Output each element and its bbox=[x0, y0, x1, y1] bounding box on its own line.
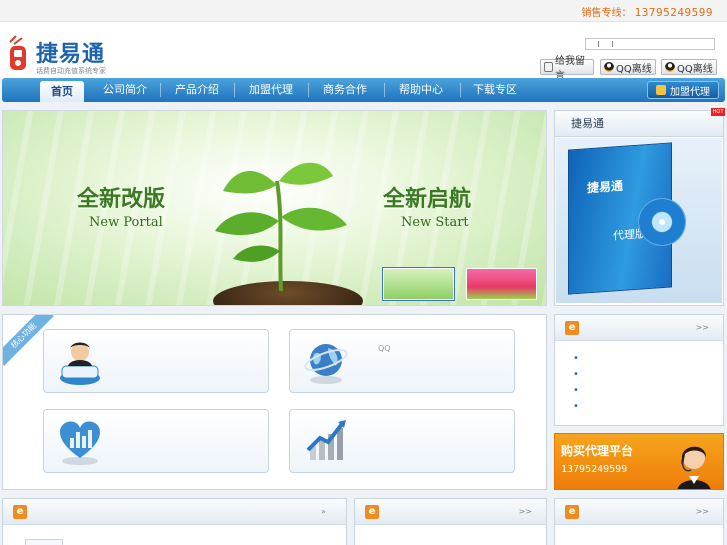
hotline-label: 销售专线： bbox=[581, 8, 632, 19]
news-list: • • • • bbox=[555, 341, 723, 415]
phone-logo-icon bbox=[9, 35, 26, 70]
buy-agent-banner[interactable]: 购买代理平台 13795249599 bbox=[554, 433, 724, 490]
nav-item-join-agent[interactable]: 加盟代理 bbox=[240, 78, 302, 102]
e-logo-icon: e bbox=[13, 505, 27, 519]
support-agent-image bbox=[677, 446, 711, 489]
join-agent-label: 加盟代理 bbox=[670, 86, 710, 98]
buy-agent-phone: 13795249599 bbox=[561, 464, 628, 475]
banner-right-title: 全新启航 bbox=[383, 186, 472, 212]
buy-agent-title: 购买代理平台 bbox=[561, 444, 634, 458]
nav-item-help[interactable]: 帮助中心 bbox=[390, 78, 452, 102]
customer-service-icon bbox=[60, 342, 100, 385]
nav-item-products[interactable]: 产品介绍 bbox=[166, 78, 228, 102]
hero-banner[interactable]: 全新改版 New Portal 全新启航 New Start bbox=[2, 110, 547, 306]
nav-item-home[interactable]: 首页 bbox=[40, 81, 84, 102]
nav-separator bbox=[234, 83, 235, 97]
banner-thumbnail-2[interactable] bbox=[466, 268, 537, 300]
product-panel: 捷易通 HOT 捷易通 代理版 bbox=[554, 108, 725, 326]
feature-card-heart[interactable] bbox=[43, 409, 269, 473]
qq-button-label: QQ离线 bbox=[616, 63, 652, 75]
news-panel: e >> • • • • bbox=[554, 314, 724, 426]
list-item[interactable]: • bbox=[573, 367, 723, 383]
banner-right-subtitle: New Start bbox=[401, 215, 469, 230]
main-nav: 首页 公司简介 产品介绍 加盟代理 商务合作 帮助中心 下载专区 加盟代理 bbox=[2, 78, 725, 102]
hotline-number: 13795249599 bbox=[634, 6, 713, 19]
growth-chart-icon bbox=[306, 420, 346, 460]
logo-title[interactable]: 捷易通 bbox=[36, 36, 105, 68]
header: 捷易通 话费自动充值系统专家 给我留言 QQ离线 QQ离线 bbox=[0, 22, 727, 82]
nav-separator bbox=[160, 83, 161, 97]
bottom-panel-3-header: e >> bbox=[555, 499, 723, 525]
nav-item-download[interactable]: 下载专区 bbox=[464, 78, 526, 102]
e-logo-icon: e bbox=[365, 505, 379, 519]
sprout-image bbox=[215, 162, 347, 291]
logo-subtitle: 话费自动充值系统专家 bbox=[36, 67, 106, 75]
bottom-panel-1-header: e » bbox=[3, 499, 346, 525]
box-brand: 捷易通 bbox=[587, 178, 624, 196]
news-more-link[interactable]: >> bbox=[696, 323, 709, 332]
message-icon bbox=[544, 62, 553, 72]
top-strip: 销售专线： 13795249599 bbox=[0, 0, 727, 22]
list-item[interactable]: • bbox=[573, 383, 723, 399]
bottom-panel-3-more[interactable]: >> bbox=[696, 507, 709, 516]
feature-card-network[interactable]: QQ bbox=[289, 329, 515, 393]
nav-item-about[interactable]: 公司简介 bbox=[94, 78, 156, 102]
input-marker bbox=[598, 41, 599, 47]
bottom-panel-2-header: e >> bbox=[355, 499, 546, 525]
search-input[interactable] bbox=[585, 38, 715, 50]
nav-separator bbox=[308, 83, 309, 97]
bottom-panel-2: e >> bbox=[354, 498, 547, 545]
qq-penguin-icon bbox=[604, 62, 614, 72]
bottom-panel-3: e >> bbox=[554, 498, 724, 545]
banner-left-title: 全新改版 bbox=[77, 186, 166, 212]
banner-left-subtitle: New Portal bbox=[89, 215, 163, 230]
qq-button-1[interactable]: QQ离线 bbox=[600, 59, 656, 75]
list-item[interactable]: • bbox=[573, 399, 723, 415]
bottom-panel-1-more[interactable]: » bbox=[321, 507, 326, 516]
bottom-panel-1: e » bbox=[2, 498, 347, 545]
sales-hotline: 销售专线： 13795249599 bbox=[581, 4, 713, 19]
nav-separator bbox=[460, 83, 461, 97]
cd-disc-icon bbox=[638, 198, 686, 246]
nav-item-business[interactable]: 商务合作 bbox=[314, 78, 376, 102]
product-panel-title: 捷易通 bbox=[555, 111, 723, 137]
feature-card-service[interactable] bbox=[43, 329, 269, 393]
leave-message-button[interactable]: 给我留言 bbox=[540, 56, 594, 82]
core-features-panel: 核心功能 QQ bbox=[2, 314, 547, 490]
panel-tab[interactable] bbox=[25, 539, 63, 545]
hot-badge: HOT bbox=[711, 108, 725, 116]
e-logo-icon: e bbox=[565, 505, 579, 519]
list-item[interactable]: • bbox=[573, 351, 723, 367]
qq-button-2[interactable]: QQ离线 bbox=[661, 59, 717, 75]
input-marker bbox=[612, 41, 613, 47]
product-box-image[interactable]: 捷易通 代理版 bbox=[556, 138, 722, 326]
feature-card-growth[interactable] bbox=[289, 409, 515, 473]
banner-thumbnail-1[interactable] bbox=[382, 267, 455, 301]
bottom-panel-2-more[interactable]: >> bbox=[519, 507, 532, 516]
news-panel-header: e >> bbox=[555, 315, 723, 341]
globe-network-icon bbox=[304, 344, 348, 384]
nav-separator bbox=[384, 83, 385, 97]
join-agent-button[interactable]: 加盟代理 bbox=[647, 81, 719, 99]
qq-button-label: QQ离线 bbox=[677, 63, 713, 75]
qq-penguin-icon bbox=[665, 62, 675, 72]
heart-chart-icon bbox=[60, 421, 100, 465]
card-qq-text: QQ bbox=[378, 344, 391, 353]
e-logo-icon: e bbox=[565, 321, 579, 335]
agent-icon bbox=[656, 85, 666, 95]
